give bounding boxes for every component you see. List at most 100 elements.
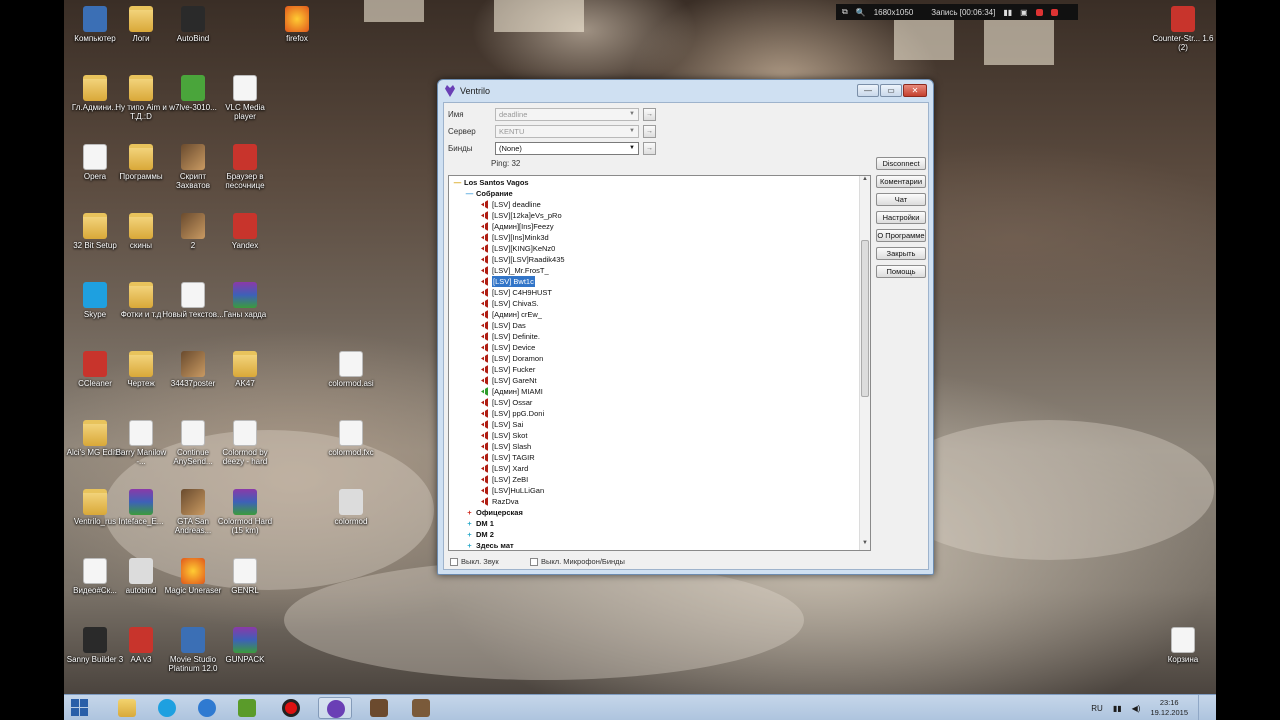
game-taskbar-icon[interactable] <box>404 697 438 719</box>
expand-icon[interactable]: + <box>465 540 474 550</box>
scroll-thumb[interactable] <box>861 240 869 397</box>
minimize-button[interactable]: — <box>857 84 879 97</box>
server-select[interactable]: KENTU ▼ <box>495 124 639 138</box>
desktop-icon[interactable]: GUNPACK <box>214 627 276 664</box>
tree-scrollbar[interactable]: ▲ ▼ <box>859 176 870 550</box>
tree-user[interactable]: [LSV] Bwt1c <box>481 276 535 287</box>
stop-icon[interactable] <box>1050 8 1058 16</box>
collapse-icon[interactable]: — <box>453 177 462 188</box>
volume-icon[interactable]: ◀) <box>1132 704 1141 713</box>
tree-user[interactable]: [LSV]_Mr.FrosT_ <box>481 265 549 276</box>
channel-tree[interactable]: — Los Santos Vagos — Собрание [LSV] deadline… <box>448 175 871 551</box>
side-button[interactable]: Чат <box>876 193 926 206</box>
side-button[interactable]: О Программе <box>876 229 926 242</box>
show-desktop-button[interactable] <box>1198 695 1208 720</box>
ie-taskbar-icon[interactable] <box>190 697 224 719</box>
scroll-down-icon[interactable]: ▼ <box>860 540 870 550</box>
tree-user[interactable]: [LSV] deadline <box>481 199 541 210</box>
tree-channel[interactable]: — Собрание <box>465 188 513 199</box>
tree-user[interactable]: [LSV] Ossar <box>481 397 532 408</box>
tree-user[interactable]: [LSV] Sai <box>481 419 523 430</box>
desktop-icon[interactable]: Ганы харда <box>214 282 276 319</box>
desktop-icon[interactable]: GENRL <box>214 558 276 595</box>
language-indicator[interactable]: RU <box>1091 704 1103 713</box>
skype-taskbar-icon[interactable] <box>150 697 184 719</box>
checkbox-box[interactable] <box>450 557 458 566</box>
tree-user[interactable]: [Админ] MIAMI <box>481 386 543 397</box>
tree-user[interactable]: [LSV] Fucker <box>481 364 535 375</box>
record-icon[interactable] <box>1035 8 1043 16</box>
expand-icon[interactable]: + <box>465 507 474 518</box>
explorer-taskbar-icon[interactable] <box>110 697 144 719</box>
desktop-icon[interactable]: AutoBind <box>162 6 224 43</box>
binds-edit-button[interactable]: → <box>643 141 656 155</box>
name-select[interactable]: deadline ▼ <box>495 107 639 121</box>
mute-mic-checkbox[interactable]: Выкл. Микрофон/Бинды <box>530 557 625 566</box>
samp-taskbar-icon[interactable] <box>362 697 396 719</box>
start-button[interactable] <box>70 698 90 718</box>
tree-user[interactable]: [LSV][LSV]Raadik435 <box>481 254 565 265</box>
name-edit-button[interactable]: → <box>643 107 656 121</box>
tree-channel[interactable]: + DM 2 <box>465 529 494 540</box>
side-button[interactable]: Коментарии <box>876 175 926 188</box>
tree-user[interactable]: [LSV] Device <box>481 342 535 353</box>
mute-sound-checkbox[interactable]: Выкл. Звук <box>450 557 499 566</box>
tree-user[interactable]: [LSV] Skot <box>481 430 527 441</box>
desktop-icon[interactable]: colormod.asi <box>320 351 382 388</box>
server-edit-button[interactable]: → <box>643 124 656 138</box>
tree-user[interactable]: [LSV] Das <box>481 320 526 331</box>
tree-user[interactable]: [LSV] Xard <box>481 463 528 474</box>
side-button[interactable]: Закрыть <box>876 247 926 260</box>
window-mode-icon[interactable]: ⧉ <box>842 7 848 17</box>
tree-user[interactable]: [Админ][Ins]Feezy <box>481 221 554 232</box>
side-button[interactable]: Disconnect <box>876 157 926 170</box>
binds-select[interactable]: (None) ▼ <box>495 141 639 155</box>
tree-user[interactable]: [LSV] ZeBI <box>481 474 528 485</box>
network-icon[interactable]: ▮▮ <box>1113 704 1122 713</box>
desktop-icon[interactable]: Браузер в песочнице <box>214 144 276 190</box>
titlebar[interactable]: Ventrilo — ▭ ✕ <box>438 80 933 102</box>
desktop-icon[interactable]: Counter-Str... 1.6 (2) <box>1152 6 1214 52</box>
gta-taskbar-icon[interactable] <box>230 697 264 719</box>
tree-user[interactable]: [LSV][12ka]eVs_pRo <box>481 210 562 221</box>
tree-user[interactable]: [LSV] GareNt <box>481 375 537 386</box>
tree-user[interactable]: [LSV] Definite. <box>481 331 540 342</box>
camera-icon[interactable]: ▣ <box>1020 8 1028 17</box>
tree-user[interactable]: [LSV][Ins]Mink3d <box>481 232 549 243</box>
tree-root[interactable]: — Los Santos Vagos <box>453 177 529 188</box>
side-button[interactable]: Помощь <box>876 265 926 278</box>
tree-user[interactable]: [LSV]HuLLiGan <box>481 485 544 496</box>
desktop-icon[interactable]: colormod <box>320 489 382 526</box>
clock[interactable]: 23:16 19.12.2015 <box>1150 698 1188 718</box>
expand-icon[interactable]: + <box>465 529 474 540</box>
expand-icon[interactable]: + <box>465 518 474 529</box>
side-button[interactable]: Настройки <box>876 211 926 224</box>
desktop-icon[interactable]: Корзина <box>1152 627 1214 664</box>
tree-user[interactable]: [LSV] ChivaS. <box>481 298 539 309</box>
ventrilo-taskbar-icon[interactable] <box>318 697 352 719</box>
tree-channel[interactable]: + Здесь мат <box>465 540 513 550</box>
desktop-icon[interactable]: firefox <box>266 6 328 43</box>
pause-icon[interactable]: ▮▮ <box>1003 8 1012 17</box>
checkbox-box[interactable] <box>530 557 538 566</box>
tree-user[interactable]: [Админ] crEw_ <box>481 309 542 320</box>
tree-user[interactable]: [LSV][KING]KeNz0 <box>481 243 555 254</box>
maximize-button[interactable]: ▭ <box>880 84 902 97</box>
desktop-icon[interactable]: VLC Media player <box>214 75 276 121</box>
tree-user[interactable]: [LSV] C4H9HUST <box>481 287 552 298</box>
recorder-taskbar-icon[interactable] <box>274 697 308 719</box>
zoom-icon[interactable]: 🔍 <box>856 8 866 17</box>
tree-user[interactable]: [LSV] TAGIR <box>481 452 535 463</box>
collapse-icon[interactable]: — <box>465 188 474 199</box>
scroll-up-icon[interactable]: ▲ <box>860 176 870 186</box>
tree-user[interactable]: [LSV] Slash <box>481 441 531 452</box>
tree-user[interactable]: [LSV] ppG.Doni <box>481 408 544 419</box>
tree-user[interactable]: [LSV] Doramon <box>481 353 543 364</box>
tree-user[interactable]: RazDva <box>481 496 519 507</box>
desktop-icon[interactable]: AK47 <box>214 351 276 388</box>
tree-channel[interactable]: + Офицерская <box>465 507 523 518</box>
desktop-icon[interactable]: Yandex <box>214 213 276 250</box>
desktop-icon[interactable]: colormod.fxc <box>320 420 382 457</box>
desktop-icon[interactable]: Colormod by deezy - hard <box>214 420 276 466</box>
desktop-icon[interactable]: Colormod Hard (15 km) <box>214 489 276 535</box>
